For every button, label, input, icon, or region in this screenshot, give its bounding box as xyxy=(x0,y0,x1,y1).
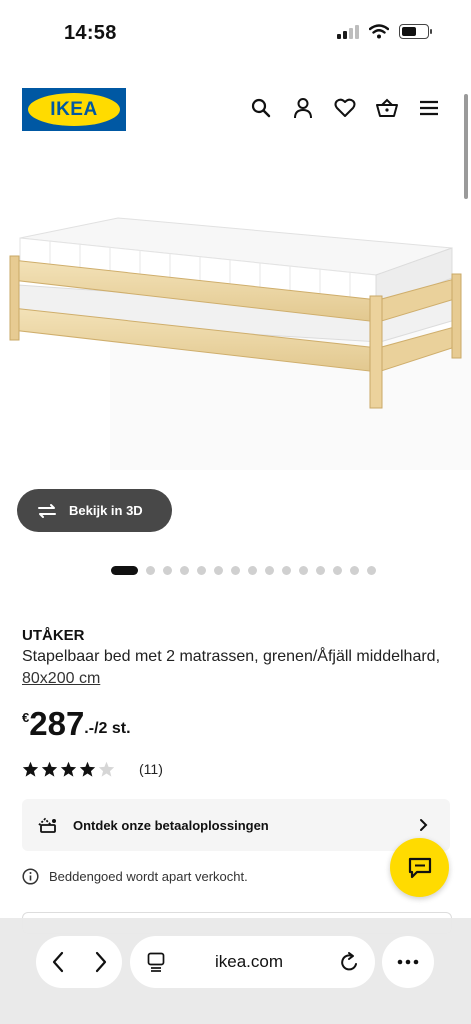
price-currency: € xyxy=(22,710,30,725)
star-filled-icon xyxy=(60,761,77,777)
product-rating[interactable]: (11) xyxy=(22,761,163,777)
more-icon xyxy=(397,959,419,965)
price-suffix: .-/2 st. xyxy=(84,720,131,737)
battery-icon xyxy=(399,24,432,39)
cellular-signal-icon xyxy=(337,24,359,39)
browser-nav-buttons xyxy=(36,936,122,988)
payment-options-label: Ontdek onze betaaloplossingen xyxy=(73,817,269,833)
view-in-3d-button[interactable]: Bekijk in 3D xyxy=(17,489,172,532)
status-time: 14:58 xyxy=(64,22,117,44)
wifi-icon xyxy=(369,24,389,39)
url-text: ikea.com xyxy=(215,952,284,971)
address-bar[interactable]: ikea.com xyxy=(130,936,375,988)
back-icon[interactable] xyxy=(51,951,65,973)
chat-icon xyxy=(408,857,431,878)
image-carousel-indicator[interactable] xyxy=(111,566,376,575)
chat-button[interactable] xyxy=(390,838,449,897)
carousel-dot[interactable] xyxy=(333,566,342,575)
payment-options-banner[interactable]: Ontdek onze betaaloplossingen xyxy=(22,799,450,851)
carousel-dot[interactable] xyxy=(111,566,138,575)
carousel-dot[interactable] xyxy=(180,566,189,575)
product-name: UTÅKER xyxy=(22,627,85,644)
product-info: UTÅKER Stapelbaar bed met 2 matrassen, g… xyxy=(22,627,452,690)
forward-icon[interactable] xyxy=(94,951,108,973)
carousel-dot[interactable] xyxy=(350,566,359,575)
search-icon[interactable] xyxy=(249,96,273,120)
status-icons xyxy=(337,24,432,39)
rotate-3d-icon xyxy=(38,503,56,518)
info-icon xyxy=(22,868,39,885)
bedding-notice: Beddengoed wordt apart verkocht. xyxy=(22,868,248,885)
product-description: Stapelbaar bed met 2 matrassen, grenen/Å… xyxy=(22,646,452,690)
logo-text: IKEA xyxy=(50,98,98,120)
status-bar: 14:58 xyxy=(0,0,471,60)
carousel-dot[interactable] xyxy=(316,566,325,575)
carousel-dot[interactable] xyxy=(197,566,206,575)
payment-icon xyxy=(38,817,56,833)
rating-stars xyxy=(22,761,115,777)
product-price: € 287 .-/2 st. xyxy=(22,704,131,744)
carousel-dot[interactable] xyxy=(282,566,291,575)
site-header: IKEA xyxy=(0,82,471,138)
menu-icon[interactable] xyxy=(417,96,441,120)
view-in-3d-label: Bekijk in 3D xyxy=(69,503,143,518)
review-count: (11) xyxy=(139,761,163,777)
ikea-logo[interactable]: IKEA xyxy=(22,88,126,131)
carousel-dot[interactable] xyxy=(214,566,223,575)
reload-icon[interactable] xyxy=(340,951,360,973)
carousel-dot[interactable] xyxy=(146,566,155,575)
product-description-text: Stapelbaar bed met 2 matrassen, grenen/Å… xyxy=(22,648,441,665)
carousel-dot[interactable] xyxy=(367,566,376,575)
heart-icon[interactable] xyxy=(333,96,357,120)
carousel-dot[interactable] xyxy=(265,566,274,575)
star-filled-icon xyxy=(41,761,58,777)
star-filled-icon xyxy=(79,761,96,777)
star-filled-icon xyxy=(22,761,39,777)
price-amount: 287 xyxy=(29,705,85,742)
product-size-link[interactable]: 80x200 cm xyxy=(22,670,100,687)
bedding-notice-text: Beddengoed wordt apart verkocht. xyxy=(49,869,248,884)
product-image[interactable] xyxy=(0,160,471,470)
chevron-right-icon xyxy=(420,819,428,831)
header-nav-icons xyxy=(249,96,441,120)
account-icon[interactable] xyxy=(291,96,315,120)
carousel-dot[interactable] xyxy=(231,566,240,575)
basket-icon[interactable] xyxy=(375,96,399,120)
reader-tabs-icon[interactable] xyxy=(147,952,165,972)
star-empty-icon xyxy=(98,761,115,777)
carousel-dot[interactable] xyxy=(299,566,308,575)
carousel-dot[interactable] xyxy=(248,566,257,575)
carousel-dot[interactable] xyxy=(163,566,172,575)
more-options-button[interactable] xyxy=(382,936,434,988)
